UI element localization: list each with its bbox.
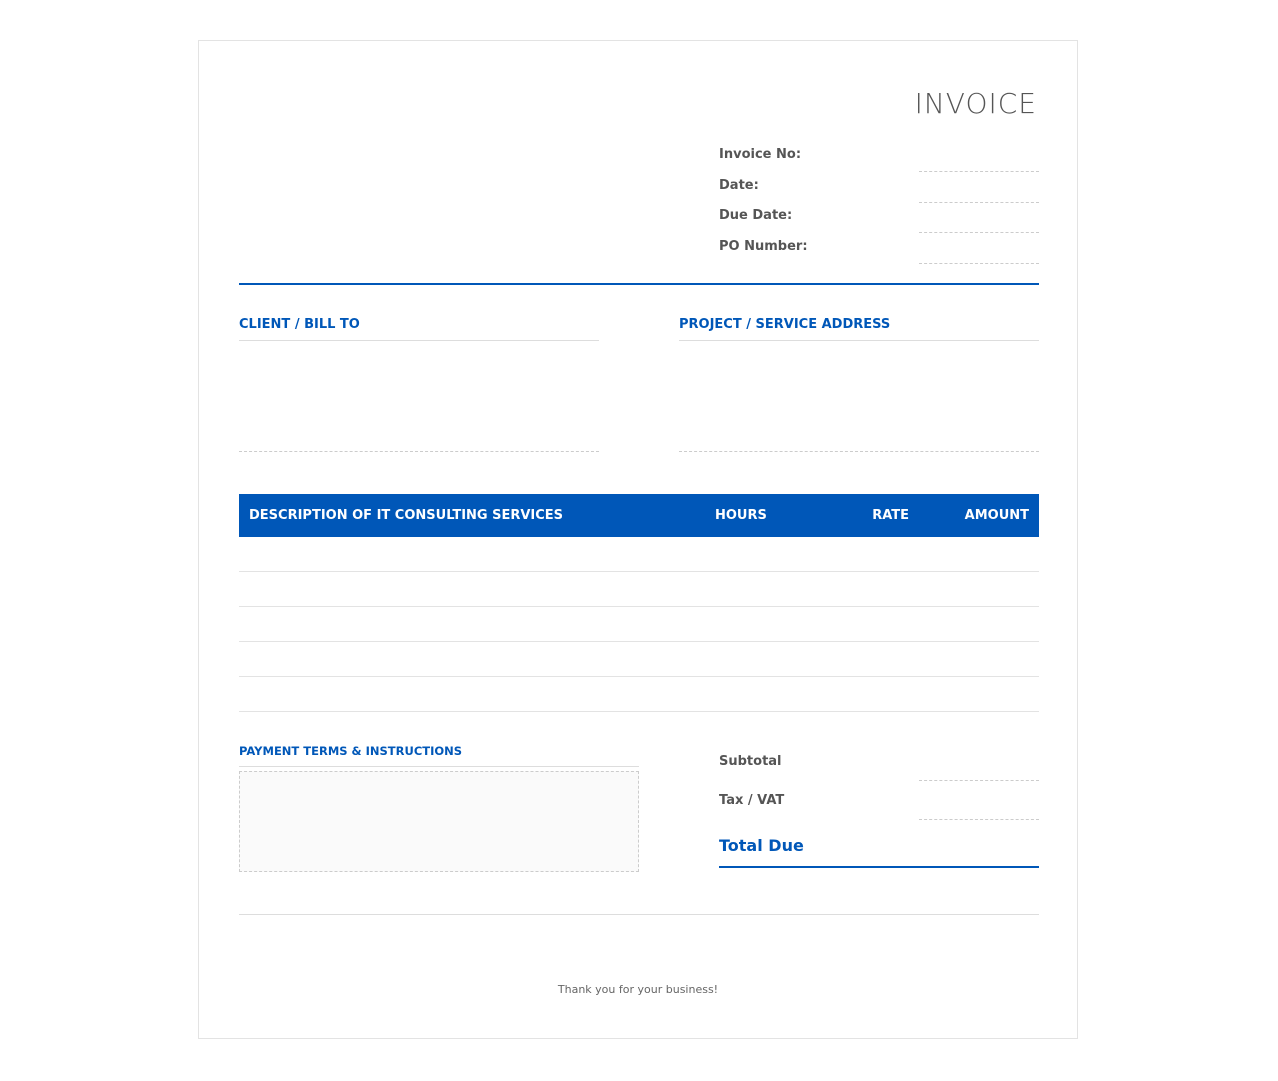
invoice-meta: Invoice No: Date: Due Date: PO Number:	[719, 147, 1039, 269]
po-number-field[interactable]	[919, 262, 1039, 264]
payment-terms-field[interactable]	[239, 771, 639, 872]
totals-section: Subtotal Tax / VAT Total Due	[719, 752, 1039, 868]
date-field[interactable]	[919, 201, 1039, 203]
meta-row-date: Date:	[719, 178, 1039, 209]
client-section: CLIENT / BILL TO	[239, 317, 599, 452]
column-header-description: DESCRIPTION OF IT CONSULTING SERVICES	[249, 508, 564, 523]
total-due-row: Total Due	[719, 830, 1039, 868]
header-divider	[239, 283, 1039, 285]
subtotal-row: Subtotal	[719, 752, 1039, 791]
project-heading: PROJECT / SERVICE ADDRESS	[679, 317, 1039, 341]
meta-row-due-date: Due Date:	[719, 208, 1039, 239]
invoice-page: INVOICE Invoice No: Date: Due Date: PO N…	[198, 40, 1078, 1039]
project-address-field[interactable]	[679, 341, 1039, 452]
client-address-field[interactable]	[239, 341, 599, 452]
table-header: DESCRIPTION OF IT CONSULTING SERVICES HO…	[239, 494, 1039, 537]
tax-label: Tax / VAT	[719, 793, 785, 808]
table-row[interactable]	[239, 642, 1039, 677]
line-items-table: DESCRIPTION OF IT CONSULTING SERVICES HO…	[239, 494, 1039, 712]
invoice-title: INVOICE	[914, 87, 1037, 120]
footer-message: Thank you for your business!	[557, 983, 719, 996]
payment-terms-section: PAYMENT TERMS & INSTRUCTIONS	[239, 744, 639, 872]
invoice-no-field[interactable]	[919, 171, 1039, 172]
table-row[interactable]	[239, 607, 1039, 642]
subtotal-field[interactable]	[919, 780, 1039, 781]
table-row[interactable]	[239, 537, 1039, 572]
po-number-label: PO Number:	[719, 238, 808, 254]
meta-row-invoice-no: Invoice No:	[719, 147, 1039, 178]
column-header-rate: RATE	[872, 508, 909, 523]
payment-terms-heading: PAYMENT TERMS & INSTRUCTIONS	[239, 744, 639, 767]
meta-row-po-number: PO Number:	[719, 239, 1039, 270]
footer-divider	[239, 914, 1039, 915]
column-header-amount: AMOUNT	[964, 508, 1029, 523]
column-header-hours: HOURS	[715, 508, 767, 523]
table-row[interactable]	[239, 677, 1039, 712]
due-date-field[interactable]	[919, 232, 1039, 233]
total-due-label: Total Due	[719, 836, 804, 855]
table-row[interactable]	[239, 572, 1039, 607]
invoice-no-label: Invoice No:	[719, 147, 802, 162]
project-section: PROJECT / SERVICE ADDRESS	[679, 317, 1039, 452]
tax-row: Tax / VAT	[719, 791, 1039, 830]
tax-field[interactable]	[919, 819, 1039, 820]
date-label: Date:	[719, 177, 759, 193]
client-heading: CLIENT / BILL TO	[239, 317, 599, 341]
due-date-label: Due Date:	[719, 208, 793, 223]
subtotal-label: Subtotal	[719, 754, 782, 769]
